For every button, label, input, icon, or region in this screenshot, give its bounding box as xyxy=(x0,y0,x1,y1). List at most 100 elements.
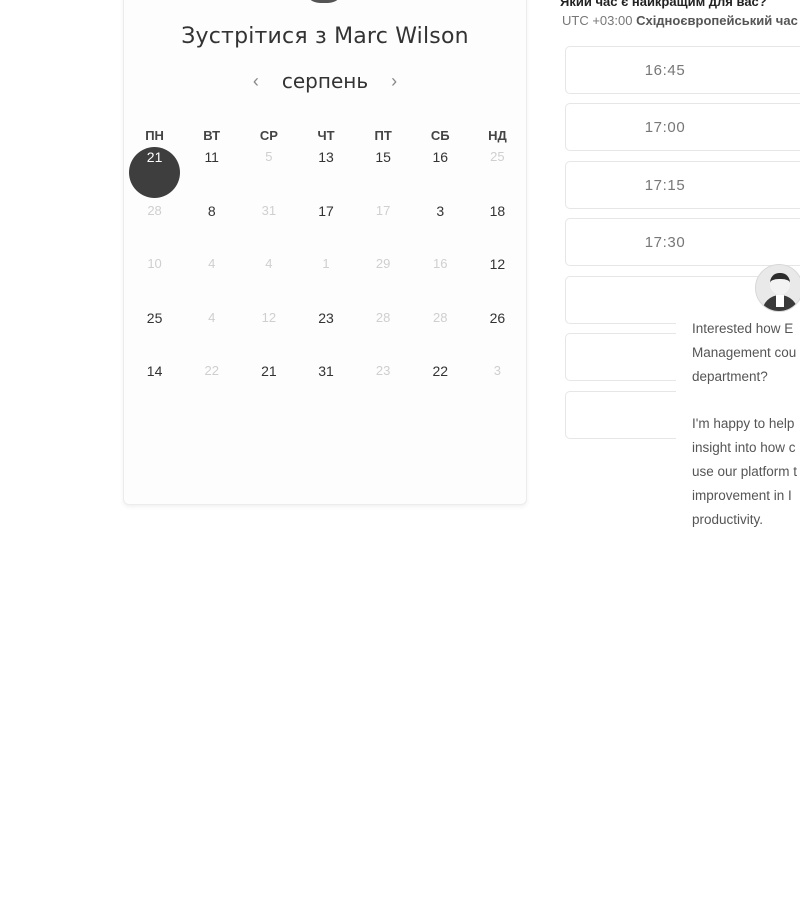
day-number: 3 xyxy=(436,202,445,219)
weekday-label: ПН xyxy=(145,128,164,143)
day-cell: 23 xyxy=(355,361,412,415)
chat-paragraph: I'm happy to help insight into how c use… xyxy=(692,412,800,532)
chevron-left-icon[interactable]: ‹ xyxy=(248,72,264,90)
day-number: 17 xyxy=(375,202,391,218)
day-cell: 1 xyxy=(297,254,354,308)
chat-line: improvement in I xyxy=(692,488,792,503)
time-slot-button[interactable]: 17:00 xyxy=(565,103,800,151)
day-number: 5 xyxy=(265,149,273,164)
chat-line: Management cou xyxy=(692,345,797,360)
day-cell: 16 xyxy=(412,254,469,308)
day-number: 3 xyxy=(493,363,502,378)
day-cell: 22 xyxy=(183,361,240,415)
day-cell[interactable]: 21 xyxy=(240,361,297,415)
day-cell[interactable]: 23 xyxy=(297,308,354,362)
day-number: 13 xyxy=(318,149,334,165)
day-cell[interactable]: 11 xyxy=(183,147,240,201)
day-number: 14 xyxy=(146,363,163,379)
day-cell: 28 xyxy=(355,308,412,362)
time-slot-button[interactable]: 17:15 xyxy=(565,161,800,209)
day-number: 25 xyxy=(490,149,505,164)
day-number: 28 xyxy=(147,202,162,218)
timezone-name: Східноєвропейський час xyxy=(636,13,798,28)
chat-line: productivity. xyxy=(692,512,764,527)
day-number: 16 xyxy=(432,149,449,165)
selected-day-cell[interactable]: 21 xyxy=(126,146,183,201)
day-cell[interactable]: 14 xyxy=(126,361,183,415)
day-cell[interactable]: 31 xyxy=(297,361,354,415)
timezone-selector[interactable]: UTC +03:00 Східноєвропейський час xyxy=(562,13,798,28)
day-cell: 3 xyxy=(469,361,526,415)
month-navigation: ‹ серпень › xyxy=(124,69,526,93)
day-number: 4 xyxy=(208,256,216,271)
chat-line: Interested how E xyxy=(692,321,794,336)
day-cell: 25 xyxy=(469,147,526,201)
day-cell[interactable]: 17 xyxy=(297,201,354,255)
chat-agent-avatar[interactable] xyxy=(755,264,800,312)
chat-paragraph: Interested how E Management cou departme… xyxy=(692,317,800,389)
day-number: 22 xyxy=(204,363,219,378)
day-number: 18 xyxy=(489,202,506,219)
company-logo xyxy=(304,0,344,3)
day-number: 8 xyxy=(207,202,216,219)
day-cell[interactable]: 22 xyxy=(412,361,469,415)
day-cell: 31 xyxy=(240,201,297,255)
day-number: 12 xyxy=(489,256,506,272)
chat-message-text: Interested how E Management cou departme… xyxy=(692,317,800,555)
calendar-week-row: 21 11 5 13 15 16 25 xyxy=(126,146,526,201)
day-cell[interactable]: 26 xyxy=(469,308,526,362)
calendar-week-row: 14 22 21 31 23 22 3 xyxy=(126,361,526,415)
day-number: 4 xyxy=(265,256,273,271)
day-cell: 5 xyxy=(240,147,297,201)
day-number: 23 xyxy=(375,363,391,378)
day-number: 29 xyxy=(375,256,391,271)
day-number: 31 xyxy=(261,202,277,218)
day-number: 1 xyxy=(322,256,330,271)
weekday-label: СР xyxy=(259,128,278,143)
time-slot-button[interactable]: 16:45 xyxy=(565,46,800,94)
weekday-label: СБ xyxy=(430,128,450,143)
time-question-heading: Який час є найкращим для вас? xyxy=(560,0,767,9)
day-cell[interactable]: 12 xyxy=(469,254,526,308)
day-cell[interactable]: 13 xyxy=(297,147,354,201)
day-cell[interactable]: 18 xyxy=(469,201,526,255)
day-number: 28 xyxy=(375,309,391,325)
day-number: 11 xyxy=(204,149,219,165)
avatar-head-shape xyxy=(770,273,790,295)
day-number: 25 xyxy=(146,309,163,326)
weekday-label: НД xyxy=(488,128,507,143)
weekday-label: ПТ xyxy=(374,128,392,143)
day-cell[interactable]: 15 xyxy=(355,147,412,201)
day-cell: 17 xyxy=(355,201,412,255)
day-cell[interactable]: 3 xyxy=(412,201,469,255)
meeting-title: Зустрітися з Marc Wilson xyxy=(181,24,469,49)
chat-line: department? xyxy=(692,369,768,384)
chat-line: insight into how c xyxy=(692,440,796,455)
weekday-label: ЧТ xyxy=(317,128,335,143)
calendar-card: Зустрітися з Marc Wilson ‹ серпень › ПН … xyxy=(123,0,527,505)
chat-line: I'm happy to help xyxy=(692,416,795,431)
chat-line: use our platform t xyxy=(692,464,798,479)
day-number: 15 xyxy=(375,149,391,165)
time-slot-button[interactable]: 17:30 xyxy=(565,218,800,266)
day-cell: 4 xyxy=(183,254,240,308)
day-number: 16 xyxy=(433,256,448,271)
day-number: 31 xyxy=(318,363,334,379)
day-number: 12 xyxy=(261,309,277,325)
calendar-week-row: 25 4 12 23 28 28 26 xyxy=(126,308,526,362)
day-number: 10 xyxy=(147,256,162,271)
day-number: 28 xyxy=(433,309,448,325)
day-number: 21 xyxy=(261,363,277,379)
day-cell: 4 xyxy=(183,308,240,362)
avatar-collar-shape xyxy=(776,295,784,307)
day-cell[interactable]: 25 xyxy=(126,308,183,362)
chevron-right-icon[interactable]: › xyxy=(386,72,402,90)
day-cell[interactable]: 16 xyxy=(412,147,469,201)
day-number: 26 xyxy=(489,309,506,326)
day-number: 23 xyxy=(318,309,334,326)
day-cell: 29 xyxy=(355,254,412,308)
calendar-grid: ПН ВТ СР ЧТ ПТ СБ НД 21 11 5 13 15 16 25 28 8 31 1… xyxy=(126,125,526,415)
day-cell[interactable]: 8 xyxy=(183,201,240,255)
day-cell: 12 xyxy=(240,308,297,362)
chat-message-bubble[interactable]: Interested how E Management cou departme… xyxy=(676,312,800,537)
